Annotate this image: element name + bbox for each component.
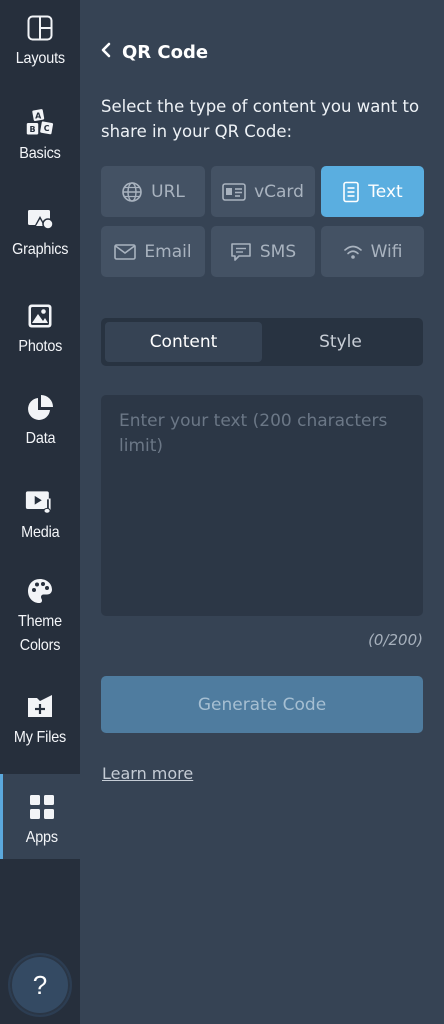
pie-chart-icon: [25, 393, 55, 423]
sidebar-item-layouts[interactable]: Layouts: [0, 13, 80, 71]
image-icon: [25, 301, 55, 331]
wifi-icon: [343, 244, 363, 260]
tab-style[interactable]: Style: [262, 322, 419, 362]
sidebar-item-my-files[interactable]: My Files: [0, 692, 80, 750]
content-style-tabs: Content Style: [101, 318, 423, 366]
help-button[interactable]: ?: [8, 953, 72, 1017]
palette-icon: [25, 576, 55, 606]
apps-grid-icon: [27, 792, 57, 822]
type-label: SMS: [259, 241, 297, 262]
abc-blocks-icon: ABC: [25, 108, 55, 138]
generate-code-button[interactable]: Generate Code: [101, 676, 423, 733]
type-url-button[interactable]: URL: [101, 166, 205, 217]
chat-bubble-icon: [230, 242, 252, 262]
sidebar-item-photos[interactable]: Photos: [0, 301, 80, 359]
learn-more-link[interactable]: Learn more: [102, 764, 193, 783]
sidebar-item-theme-colors[interactable]: Theme Colors: [0, 576, 80, 658]
sidebar-item-label: Theme Colors: [18, 613, 62, 654]
envelope-icon: [114, 243, 137, 260]
content-type-selector: URL vCard Text Email SMS Wifi: [101, 166, 424, 277]
sidebar-item-label: Layouts: [15, 50, 65, 67]
svg-text:C: C: [44, 124, 50, 133]
type-label: URL: [151, 181, 185, 202]
sidebar-item-data[interactable]: Data: [0, 393, 80, 451]
folder-add-icon: [25, 692, 55, 722]
svg-text:B: B: [29, 125, 35, 134]
type-sms-button[interactable]: SMS: [211, 226, 315, 277]
type-wifi-button[interactable]: Wifi: [321, 226, 424, 277]
sidebar-item-apps[interactable]: Apps: [0, 774, 80, 859]
video-music-icon: [25, 487, 55, 517]
svg-text:A: A: [35, 112, 42, 121]
sidebar-item-label: My Files: [13, 729, 67, 746]
sidebar: Layouts ABC Basics Graphics Photos Data …: [0, 0, 80, 1024]
sidebar-item-label: Photos: [18, 338, 62, 355]
chevron-left-icon: [100, 42, 112, 62]
sidebar-item-media[interactable]: Media: [0, 487, 80, 545]
id-card-icon: [222, 182, 246, 201]
type-email-button[interactable]: Email: [101, 226, 205, 277]
sidebar-item-graphics[interactable]: Graphics: [0, 204, 80, 262]
type-label: Email: [144, 241, 192, 262]
type-label: Wifi: [370, 241, 403, 262]
type-label: vCard: [254, 181, 304, 202]
sidebar-item-basics[interactable]: ABC Basics: [0, 108, 80, 166]
type-prompt: Select the type of content you want to s…: [101, 97, 420, 141]
shapes-icon: [25, 204, 55, 234]
layout-icon: [25, 13, 55, 43]
sidebar-item-label: Apps: [25, 829, 58, 846]
type-vcard-button[interactable]: vCard: [211, 166, 315, 217]
type-label: Text: [368, 181, 403, 202]
sidebar-item-label: Graphics: [11, 241, 69, 258]
qr-code-panel: QR Code Select the type of content you w…: [80, 0, 444, 1024]
character-counter: (0/200): [368, 631, 423, 649]
sidebar-item-label: Media: [20, 524, 60, 541]
sidebar-item-label: Basics: [19, 145, 61, 162]
type-text-button[interactable]: Text: [321, 166, 424, 217]
sidebar-item-label: Data: [25, 430, 55, 447]
globe-icon: [121, 181, 143, 203]
qr-text-input[interactable]: [101, 395, 423, 616]
page-title: QR Code: [122, 41, 209, 63]
tab-content[interactable]: Content: [105, 322, 262, 362]
document-icon: [342, 181, 360, 203]
back-button[interactable]: QR Code: [100, 38, 208, 66]
